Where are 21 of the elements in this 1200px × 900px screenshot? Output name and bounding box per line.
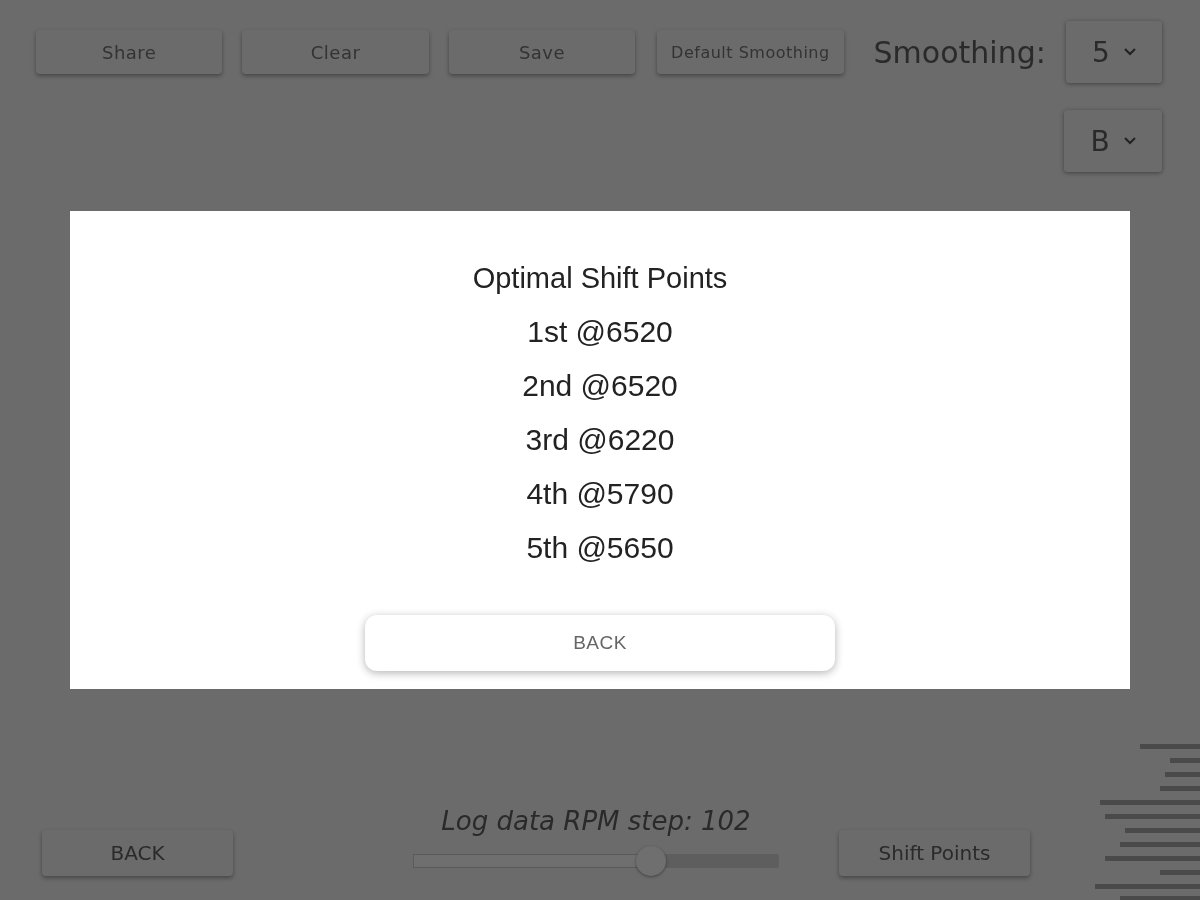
- shift-point-text: 5th @5650: [526, 530, 674, 566]
- shift-point-text: 3rd @6220: [525, 422, 675, 458]
- dialog-back-button[interactable]: BACK: [365, 615, 835, 671]
- dialog-title: Optimal Shift Points: [472, 261, 728, 296]
- chevron-icon: [1123, 137, 1136, 145]
- gear-select[interactable]: B: [1064, 110, 1162, 172]
- smoothing-label: Smoothing:: [873, 34, 1046, 70]
- shift-point-text: 1st @6520: [527, 314, 673, 350]
- shift-point-text: 4th @5790: [526, 476, 674, 512]
- toolbar-button[interactable]: Clear: [242, 30, 429, 74]
- shift-point-text: 2nd @6520: [522, 368, 678, 404]
- rpm-slider[interactable]: [413, 846, 779, 876]
- chevron-icon: [1123, 48, 1136, 56]
- toolbar-button[interactable]: Share: [36, 30, 223, 74]
- rpm-step-label: Log data RPM step: 102: [441, 806, 751, 836]
- slider-thumb[interactable]: [635, 846, 666, 876]
- toolbar-button[interactable]: Default Smoothing: [657, 30, 844, 74]
- shift-points-button[interactable]: Shift Points: [839, 830, 1030, 876]
- toolbar-button[interactable]: Save: [448, 30, 636, 74]
- smoothing-select[interactable]: 5: [1065, 21, 1162, 83]
- back-button[interactable]: BACK: [42, 830, 233, 876]
